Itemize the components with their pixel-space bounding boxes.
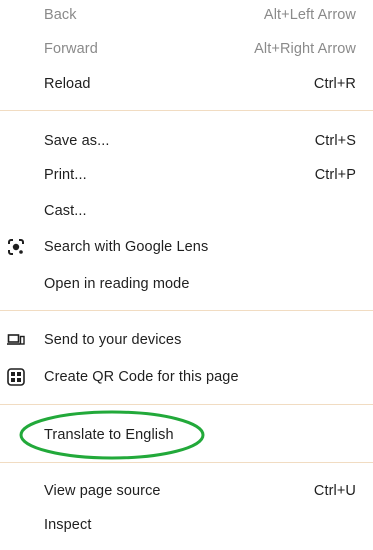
menu-item-save-as[interactable]: Save as... Ctrl+S	[0, 124, 373, 158]
menu-item-forward[interactable]: Forward Alt+Right Arrow	[0, 32, 373, 66]
menu-separator	[0, 310, 373, 311]
menu-item-google-lens-label: Search with Google Lens	[44, 239, 209, 255]
menu-item-back[interactable]: Back Alt+Left Arrow	[0, 0, 373, 32]
menu-item-translate-label: Translate to English	[44, 427, 174, 443]
menu-item-print[interactable]: Print... Ctrl+P	[0, 158, 373, 192]
menu-item-back-shortcut: Alt+Left Arrow	[263, 7, 356, 23]
menu-item-forward-shortcut: Alt+Right Arrow	[254, 41, 356, 57]
menu-item-view-source-shortcut: Ctrl+U	[313, 483, 356, 499]
menu-separator	[0, 110, 373, 111]
menu-item-inspect[interactable]: Inspect	[0, 508, 373, 542]
menu-item-view-source-label: View page source	[44, 483, 161, 499]
menu-item-cast[interactable]: Cast...	[0, 194, 373, 228]
menu-item-save-as-shortcut: Ctrl+S	[314, 133, 356, 149]
menu-item-send-devices-label: Send to your devices	[44, 332, 182, 348]
menu-item-save-as-label: Save as...	[44, 133, 110, 149]
menu-item-view-source[interactable]: View page source Ctrl+U	[0, 474, 373, 508]
menu-item-reading-mode-label: Open in reading mode	[44, 276, 190, 292]
menu-item-cast-label: Cast...	[44, 203, 87, 219]
menu-item-inspect-label: Inspect	[44, 517, 92, 533]
menu-item-translate[interactable]: Translate to English	[0, 418, 373, 452]
context-menu: Back Alt+Left Arrow Forward Alt+Right Ar…	[0, 0, 373, 550]
menu-item-print-label: Print...	[44, 167, 87, 183]
menu-item-send-devices[interactable]: Send to your devices	[0, 323, 373, 357]
menu-separator	[0, 462, 373, 463]
menu-separator	[0, 404, 373, 405]
menu-item-reload-shortcut: Ctrl+R	[313, 76, 356, 92]
menu-item-print-shortcut: Ctrl+P	[314, 167, 356, 183]
menu-item-reload-label: Reload	[44, 76, 91, 92]
google-lens-icon	[6, 237, 26, 257]
devices-icon	[6, 330, 26, 350]
qr-code-icon	[6, 367, 26, 387]
menu-item-reload[interactable]: Reload Ctrl+R	[0, 67, 373, 101]
menu-item-google-lens[interactable]: Search with Google Lens	[0, 230, 373, 264]
menu-item-qr-code[interactable]: Create QR Code for this page	[0, 360, 373, 394]
menu-item-forward-label: Forward	[44, 41, 98, 57]
menu-item-reading-mode[interactable]: Open in reading mode	[0, 267, 373, 301]
menu-item-back-label: Back	[44, 7, 77, 23]
menu-item-qr-code-label: Create QR Code for this page	[44, 369, 239, 385]
